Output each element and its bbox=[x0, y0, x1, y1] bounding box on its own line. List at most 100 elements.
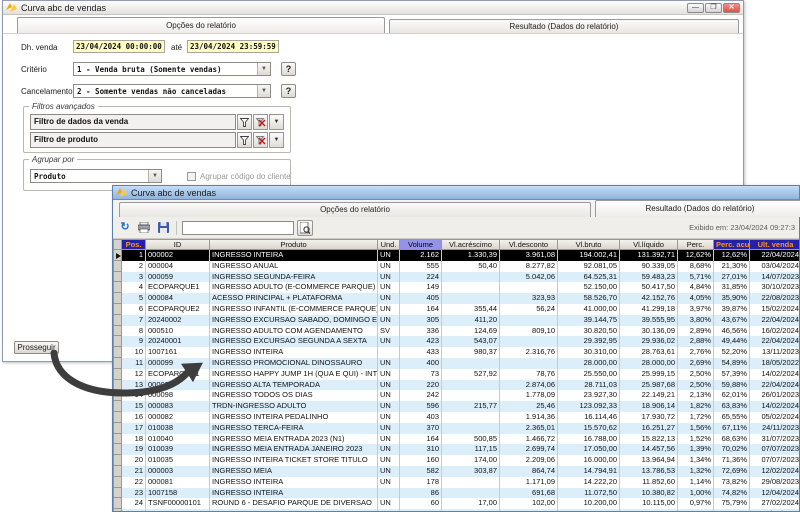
filter-icon-button[interactable] bbox=[237, 132, 252, 148]
filter-icon-button[interactable] bbox=[237, 114, 252, 130]
preview-button[interactable] bbox=[297, 220, 313, 236]
table-cell: INGRESSO INFANTIL (E-COMMERCE PARQUE) bbox=[210, 304, 378, 315]
refresh-button[interactable]: ↻ bbox=[117, 220, 133, 236]
column-header[interactable]: Vl.líquido bbox=[620, 239, 678, 250]
print-button[interactable] bbox=[136, 220, 152, 236]
row-selector-cell[interactable] bbox=[113, 455, 122, 466]
criterio-help-button[interactable]: ? bbox=[281, 62, 296, 76]
table-cell: 15.570,62 bbox=[558, 423, 620, 434]
row-selector-cell[interactable] bbox=[113, 358, 122, 369]
group-by-select[interactable]: Produto ▼ bbox=[30, 169, 162, 183]
table-row[interactable]: 101007161INGRESSO INTEIRA433980,372.316,… bbox=[113, 347, 799, 358]
date-to-field[interactable]: 23/04/2024 23:59:59 bbox=[187, 40, 279, 53]
row-selector-cell[interactable] bbox=[113, 466, 122, 477]
tab-result-w1[interactable]: Resultado (Dados do relatório) bbox=[389, 19, 739, 33]
table-row[interactable]: 21000003INGRESSO MEIAUN582303,87864,7414… bbox=[113, 466, 799, 477]
table-row[interactable]: 920240001INGRESSO EXCURSAO SEGUNDA A SEX… bbox=[113, 336, 799, 347]
row-selector-cell[interactable] bbox=[113, 444, 122, 455]
column-header[interactable]: Produto bbox=[210, 239, 378, 250]
window1-titlebar[interactable]: Curva abc de vendas — ❐ ✕ bbox=[3, 1, 743, 15]
row-selector-cell[interactable] bbox=[113, 390, 122, 401]
table-row[interactable]: 11000099INGRESSO PROMOCIONAL DINOSSAUROU… bbox=[113, 358, 799, 369]
row-selector-cell[interactable] bbox=[113, 434, 122, 445]
tab-options-w1[interactable]: Opções do relatório bbox=[17, 17, 385, 33]
criterio-select[interactable]: 1 - Venda bruta (Somente vendas) ▼ bbox=[73, 62, 271, 76]
window2-titlebar[interactable]: Curva abc de vendas bbox=[113, 186, 799, 200]
column-header[interactable]: Pos. bbox=[122, 239, 146, 250]
table-row[interactable]: 14000098INGRESSO TODOS OS DIASUN2421.778… bbox=[113, 390, 799, 401]
prosseguir-button[interactable]: Prosseguir bbox=[14, 341, 59, 354]
table-row[interactable]: 5000084ACESSO PRINCIPAL + PLATAFORMAUN40… bbox=[113, 293, 799, 304]
table-row[interactable]: 8000510INGRESSO ADULTO COM AGENDAMENTOSV… bbox=[113, 326, 799, 337]
row-selector-cell[interactable] bbox=[113, 423, 122, 434]
table-row[interactable]: 13000038INGRESSO ALTA TEMPORADAUN2202.87… bbox=[113, 380, 799, 391]
table-row[interactable]: 16000082INGRESSO INTEIRA PEDALINHOUN4031… bbox=[113, 412, 799, 423]
table-row[interactable]: 3000059INGRESSO SEGUNDA-FEIRAUN2245.042,… bbox=[113, 272, 799, 283]
table-row[interactable]: 2000004INGRESSO ANUALUN55550,408.277,829… bbox=[113, 261, 799, 272]
chevron-down-icon[interactable]: ▼ bbox=[257, 63, 270, 75]
close-button[interactable]: ✕ bbox=[723, 3, 740, 13]
column-header[interactable]: Ult. venda bbox=[750, 239, 799, 250]
dropdown-icon-button[interactable]: ▼ bbox=[269, 114, 284, 130]
row-selector-cell[interactable] bbox=[113, 326, 122, 337]
table-row[interactable]: 12ECOPARQUE1INGRESSO HAPPY JUMP 1H (QUA … bbox=[113, 369, 799, 380]
row-selector-cell[interactable] bbox=[113, 282, 122, 293]
column-header[interactable]: ID bbox=[146, 239, 210, 250]
table-row[interactable]: 25000009INGRESSO INTEGRADOUN152402,0010.… bbox=[113, 509, 799, 511]
chevron-down-icon[interactable]: ▼ bbox=[148, 170, 161, 182]
column-header[interactable]: Perc. acum bbox=[714, 239, 750, 250]
table-row[interactable]: 24TSNF00000101ROUND 6 - DESAFIO PARQUE D… bbox=[113, 498, 799, 509]
tab-result-w2[interactable]: Resultado (Dados do relatório) bbox=[595, 200, 800, 217]
row-selector-cell[interactable] bbox=[113, 347, 122, 358]
clear-filter-icon-button[interactable] bbox=[253, 132, 268, 148]
row-selector-cell[interactable] bbox=[113, 488, 122, 499]
table-cell: 21 bbox=[122, 466, 146, 477]
column-header[interactable]: Vl.acréscimo bbox=[442, 239, 500, 250]
row-selector-cell[interactable] bbox=[113, 293, 122, 304]
column-header[interactable]: Perc. bbox=[678, 239, 714, 250]
row-selector-cell[interactable] bbox=[113, 369, 122, 380]
table-row[interactable]: 6ECOPARQUE2INGRESSO INFANTIL (E-COMMERCE… bbox=[113, 304, 799, 315]
filter-label[interactable]: Filtro de dados da venda bbox=[30, 114, 236, 130]
row-selector-cell[interactable] bbox=[113, 412, 122, 423]
row-selector-cell[interactable] bbox=[113, 315, 122, 326]
cancelamento-help-button[interactable]: ? bbox=[281, 84, 296, 98]
table-row[interactable]: 19010039INGRESSO MEIA ENTRADA JANEIRO 20… bbox=[113, 444, 799, 455]
row-selector-cell[interactable] bbox=[113, 272, 122, 283]
table-row[interactable]: 231007158INGRESSO INTEIRA86691,6811.072,… bbox=[113, 488, 799, 499]
chevron-down-icon[interactable]: ▼ bbox=[257, 85, 270, 97]
table-row[interactable]: 1000002INGRESSO INTEIRAUN2.1621.330,393.… bbox=[113, 250, 799, 261]
column-header[interactable]: Vl.desconto bbox=[500, 239, 558, 250]
date-from-field[interactable]: 23/04/2024 00:00:00 bbox=[73, 40, 165, 53]
row-selector-cell[interactable] bbox=[113, 477, 122, 488]
table-row[interactable]: 4ECOPARQUE1INGRESSO ADULTO (E-COMMERCE P… bbox=[113, 282, 799, 293]
table-row[interactable]: 22000081INGRESSO INTEIRAUN1781.171,0914.… bbox=[113, 477, 799, 488]
search-input[interactable] bbox=[182, 221, 294, 235]
tab-options-w2[interactable]: Opções do relatório bbox=[119, 202, 591, 217]
row-selector-cell[interactable] bbox=[113, 250, 122, 261]
cancelamento-select[interactable]: 2 - Somente vendas não canceladas ▼ bbox=[73, 84, 271, 98]
clear-filter-icon-button[interactable] bbox=[253, 114, 268, 130]
save-button[interactable] bbox=[155, 220, 171, 236]
table-row[interactable]: 15000083TRDN-INGRESSO ADULTOUN596215,772… bbox=[113, 401, 799, 412]
row-selector-cell[interactable] bbox=[113, 498, 122, 509]
table-row[interactable]: 20010035INGRESSO INTEIRA TICKET STORE TI… bbox=[113, 455, 799, 466]
column-header[interactable]: Vl.bruto bbox=[558, 239, 620, 250]
table-cell: 2,88% bbox=[678, 336, 714, 347]
table-row[interactable]: 17010038INGRESSO TERCA-FEIRAUN3702.365,0… bbox=[113, 423, 799, 434]
filter-label[interactable]: Filtro de produto bbox=[30, 132, 236, 148]
row-selector-cell[interactable] bbox=[113, 261, 122, 272]
table-row[interactable]: 18010040INGRESSO MEIA ENTRADA 2023 (N1)U… bbox=[113, 434, 799, 445]
row-selector-cell[interactable] bbox=[113, 304, 122, 315]
row-selector-cell[interactable] bbox=[113, 336, 122, 347]
row-selector-cell[interactable] bbox=[113, 401, 122, 412]
row-selector-cell[interactable] bbox=[113, 380, 122, 391]
row-selector-cell[interactable] bbox=[113, 509, 122, 511]
table-row[interactable]: 720240002INGRESSO EXCURSAO SABADO, DOMIN… bbox=[113, 315, 799, 326]
group-client-checkbox[interactable] bbox=[187, 172, 196, 181]
column-header[interactable]: Und. bbox=[378, 239, 400, 250]
minimize-button[interactable]: — bbox=[687, 3, 704, 13]
dropdown-icon-button[interactable]: ▼ bbox=[269, 132, 284, 148]
restore-button[interactable]: ❐ bbox=[705, 3, 722, 13]
column-header[interactable]: Volume bbox=[400, 239, 442, 250]
